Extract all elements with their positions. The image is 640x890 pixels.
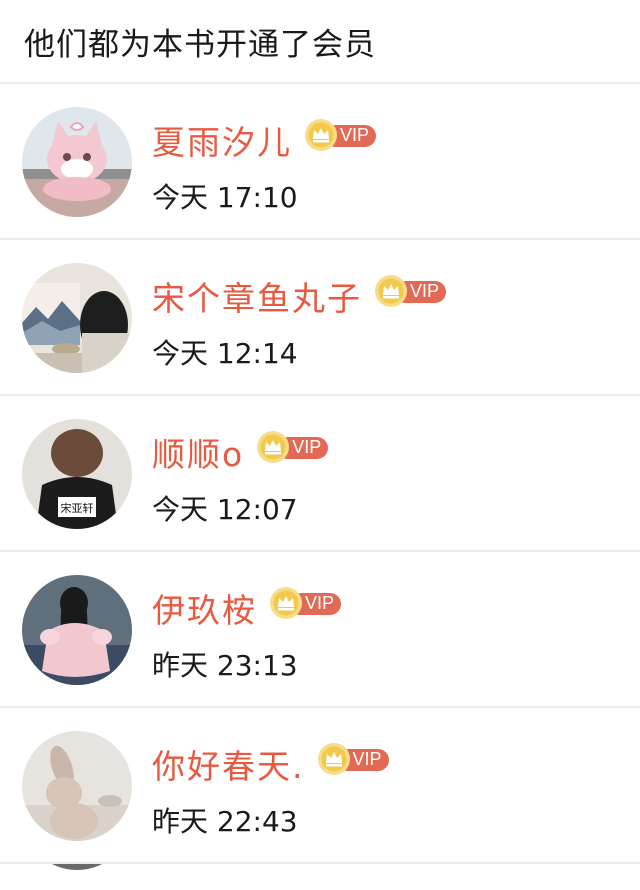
avatar[interactable]: [22, 107, 132, 217]
vip-badge: VIP: [269, 586, 344, 620]
user-name[interactable]: 宋个章鱼丸子: [152, 272, 362, 320]
vip-label: VIP: [292, 437, 322, 457]
name-line: 你好春天. VIP: [152, 742, 392, 786]
member-row[interactable]: 宋亚轩 顺顺o VIP 今天 12:07: [0, 396, 640, 552]
vip-label: VIP: [410, 281, 440, 301]
page-title: 他们都为本书开通了会员: [24, 26, 376, 63]
member-row[interactable]: 夏雨汐儿 VIP 今天 17:10: [0, 84, 640, 240]
member-list: 夏雨汐儿 VIP 今天 17:10 宋个章鱼丸子 VIP 今天 12:14 宋亚…: [0, 84, 640, 890]
avatar[interactable]: 宋亚轩: [22, 419, 132, 529]
crown-icon: [374, 274, 408, 308]
pink-fox-plush-avatar: [22, 107, 132, 217]
name-line: 宋个章鱼丸子 VIP: [152, 274, 449, 318]
vip-badge: VIP: [374, 274, 449, 308]
avatar-partial: [22, 864, 132, 870]
vip-label: VIP: [340, 125, 370, 145]
member-row[interactable]: 伊玖桉 VIP 昨天 23:13: [0, 552, 640, 708]
avatar[interactable]: [22, 575, 132, 685]
member-list-page: 他们都为本书开通了会员 夏雨汐儿 VIP 今天 17:10 宋个章鱼丸子 VIP…: [0, 0, 640, 890]
join-time: 昨天 22:43: [152, 805, 298, 838]
user-name[interactable]: 你好春天.: [152, 740, 305, 788]
vip-label: VIP: [305, 593, 335, 613]
user-name[interactable]: 伊玖桉: [152, 584, 257, 632]
vip-badge: VIP: [304, 118, 379, 152]
name-line: 夏雨汐儿 VIP: [152, 118, 379, 162]
avatar[interactable]: [22, 263, 132, 373]
vip-label: VIP: [352, 749, 382, 769]
member-row[interactable]: 宋个章鱼丸子 VIP 今天 12:14: [0, 240, 640, 396]
crown-icon: [256, 430, 290, 464]
vip-badge: VIP: [317, 742, 392, 776]
user-name[interactable]: 顺顺o: [152, 428, 244, 476]
member-row-partial[interactable]: [0, 864, 640, 890]
pink-dress-girl-avatar: [22, 575, 132, 685]
vip-badge: VIP: [256, 430, 331, 464]
crown-icon: [317, 742, 351, 776]
crown-icon: [304, 118, 338, 152]
user-name[interactable]: 夏雨汐儿: [152, 116, 292, 164]
black-shirt-avatar: 宋亚轩: [22, 419, 132, 529]
page-header: 他们都为本书开通了会员: [0, 0, 640, 84]
name-line: 伊玖桉 VIP: [152, 586, 344, 630]
join-time: 昨天 23:13: [152, 649, 298, 682]
member-row[interactable]: 你好春天. VIP 昨天 22:43: [0, 708, 640, 864]
join-time: 今天 17:10: [152, 181, 298, 214]
join-time: 今天 12:14: [152, 337, 298, 370]
avatar[interactable]: [22, 731, 132, 841]
shirt-label: 宋亚轩: [61, 501, 94, 515]
join-time: 今天 12:07: [152, 493, 298, 526]
painting-girl-avatar: [22, 263, 132, 373]
plush-bunny-avatar: [22, 731, 132, 841]
crown-icon: [269, 586, 303, 620]
name-line: 顺顺o VIP: [152, 430, 331, 474]
